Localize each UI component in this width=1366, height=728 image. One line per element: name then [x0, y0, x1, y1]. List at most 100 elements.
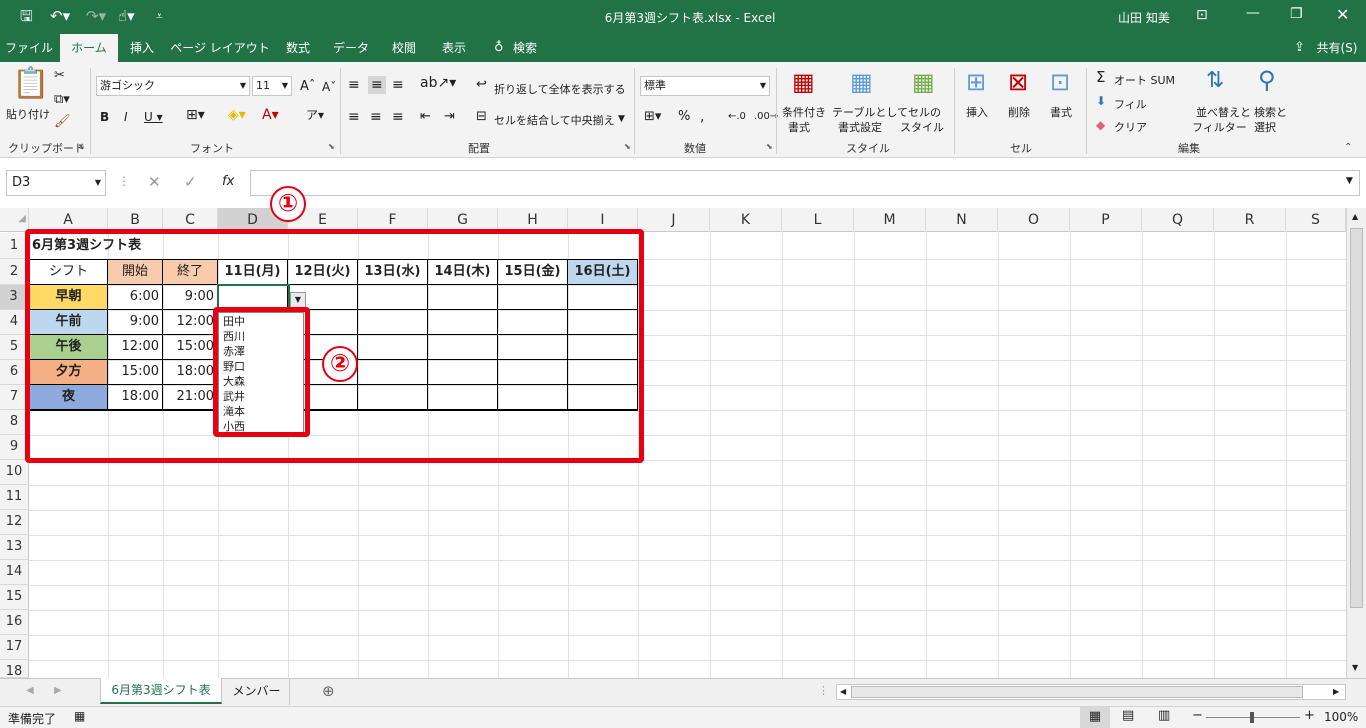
- zoom-in-icon[interactable]: +: [1304, 708, 1315, 723]
- decrease-indent-icon[interactable]: ⇤: [420, 110, 431, 124]
- cut-icon[interactable]: ✂: [54, 68, 65, 83]
- delete-cells-icon[interactable]: ⊠: [1008, 68, 1028, 96]
- merge-center-button[interactable]: セルを結合して中央揃え: [494, 112, 615, 128]
- restore-icon[interactable]: ❐: [1290, 6, 1303, 22]
- orientation-icon[interactable]: ab↗▾: [420, 76, 456, 90]
- customize-qat-icon[interactable]: ⩡: [156, 8, 163, 24]
- format-table-label1[interactable]: テーブルとして: [832, 104, 908, 120]
- column-header[interactable]: Q: [1142, 208, 1214, 232]
- horizontal-scrollbar[interactable]: ◀ ▶: [836, 684, 1346, 700]
- row-header[interactable]: 11: [0, 485, 29, 510]
- row-header[interactable]: 14: [0, 560, 29, 585]
- close-icon[interactable]: ✕: [1336, 5, 1349, 24]
- next-sheet-icon[interactable]: ▶: [54, 685, 62, 696]
- align-middle-icon[interactable]: ≡: [368, 76, 386, 94]
- collapse-ribbon-icon[interactable]: ⌃: [1344, 142, 1352, 153]
- share-button[interactable]: 共有(S): [1312, 34, 1362, 62]
- insert-cells-icon[interactable]: ⊞: [966, 68, 986, 96]
- name-box[interactable]: D3 ▼: [6, 170, 106, 196]
- decrease-decimal-icon[interactable]: .00→: [754, 110, 778, 124]
- prev-sheet-icon[interactable]: ◀: [26, 685, 34, 696]
- row-header[interactable]: 13: [0, 535, 29, 560]
- dialog-launcher-icon[interactable]: ⬊: [624, 142, 631, 151]
- percent-icon[interactable]: %: [678, 110, 690, 124]
- column-header[interactable]: L: [782, 208, 854, 232]
- underline-icon[interactable]: U ▾: [144, 110, 163, 124]
- column-header[interactable]: S: [1286, 208, 1346, 232]
- italic-icon[interactable]: I: [124, 110, 128, 124]
- number-format-box[interactable]: 標準 ▼: [640, 76, 770, 96]
- align-center-icon[interactable]: ≡: [370, 110, 382, 124]
- vertical-scrollbar[interactable]: ▲ ▼: [1346, 208, 1366, 678]
- column-header[interactable]: P: [1070, 208, 1142, 232]
- copy-icon[interactable]: ⧉▾: [54, 92, 70, 107]
- find-select-icon[interactable]: ⚲: [1258, 66, 1276, 94]
- tab-review[interactable]: 校閲: [382, 34, 426, 62]
- sheet-tab[interactable]: メンバー: [224, 679, 290, 705]
- row-header[interactable]: 17: [0, 635, 29, 660]
- increase-indent-icon[interactable]: ⇥: [444, 110, 455, 124]
- cell-styles-label2[interactable]: スタイル: [900, 119, 944, 135]
- normal-view-icon[interactable]: ▦: [1080, 707, 1110, 728]
- align-right-icon[interactable]: ≡: [392, 110, 404, 124]
- clear-button[interactable]: クリア: [1114, 119, 1147, 135]
- format-table-label2[interactable]: 書式設定: [838, 119, 882, 135]
- formula-input[interactable]: [250, 170, 1360, 196]
- horizontal-scroll-thumb[interactable]: [851, 686, 1303, 698]
- scroll-up-icon[interactable]: ▲: [1352, 212, 1358, 221]
- currency-icon[interactable]: ⊞▾: [644, 110, 661, 124]
- save-icon[interactable]: 🖫: [20, 8, 33, 24]
- column-header[interactable]: J: [638, 208, 710, 232]
- touch-mode-icon[interactable]: ☝▾: [118, 8, 135, 24]
- row-header[interactable]: 18: [0, 660, 29, 678]
- column-header[interactable]: R: [1214, 208, 1286, 232]
- tab-home[interactable]: ホーム: [60, 34, 118, 62]
- increase-font-icon[interactable]: Aˆ: [300, 80, 315, 94]
- redo-icon[interactable]: ↷▾: [86, 8, 106, 24]
- enter-icon[interactable]: ✓: [184, 173, 197, 191]
- add-sheet-icon[interactable]: ⊕: [322, 682, 335, 700]
- minimize-icon[interactable]: —: [1246, 5, 1260, 21]
- tab-insert[interactable]: 挿入: [120, 34, 164, 62]
- zoom-slider-thumb[interactable]: [1250, 712, 1254, 723]
- sort-filter-icon[interactable]: ⇅: [1206, 68, 1224, 93]
- find-select-label1[interactable]: 検索と: [1254, 104, 1287, 120]
- tab-search[interactable]: 検索: [508, 34, 542, 62]
- column-header[interactable]: N: [926, 208, 998, 232]
- scroll-down-icon[interactable]: ▼: [1352, 663, 1358, 672]
- scroll-left-icon[interactable]: ◀: [840, 687, 846, 696]
- ribbon-display-icon[interactable]: ⊡: [1196, 7, 1208, 23]
- font-color-icon[interactable]: A▾: [262, 108, 279, 122]
- fill-color-icon[interactable]: ◈▾: [228, 108, 246, 122]
- find-select-label2[interactable]: 選択: [1254, 119, 1276, 135]
- fill-button[interactable]: フィル: [1114, 96, 1147, 112]
- row-header[interactable]: 10: [0, 460, 29, 485]
- splitter-icon[interactable]: ⋮: [818, 684, 829, 697]
- align-bottom-icon[interactable]: ≡: [392, 78, 404, 92]
- paste-button[interactable]: 貼り付け: [6, 106, 50, 122]
- row-header[interactable]: 15: [0, 585, 29, 610]
- bold-icon[interactable]: B: [100, 110, 109, 124]
- format-table-icon[interactable]: ▦: [850, 68, 873, 96]
- zoom-out-icon[interactable]: −: [1192, 708, 1203, 723]
- cell-styles-label1[interactable]: セルの: [908, 104, 941, 120]
- align-top-icon[interactable]: ≡: [348, 78, 360, 92]
- expand-formula-icon[interactable]: ▼: [1346, 176, 1353, 186]
- zoom-level[interactable]: 100%: [1324, 710, 1358, 724]
- font-size-box[interactable]: 11 ▼: [252, 76, 292, 96]
- dialog-launcher-icon[interactable]: ⬊: [766, 142, 773, 151]
- select-all-corner[interactable]: ◢: [0, 208, 29, 232]
- cancel-icon[interactable]: ✕: [148, 173, 161, 191]
- row-header[interactable]: 16: [0, 610, 29, 635]
- undo-icon[interactable]: ↶▾: [50, 8, 70, 24]
- column-header[interactable]: M: [854, 208, 926, 232]
- conditional-format-icon[interactable]: ▦: [792, 68, 815, 96]
- vertical-scroll-thumb[interactable]: [1350, 228, 1363, 608]
- format-cells-icon[interactable]: ⊡: [1050, 68, 1070, 96]
- tab-data[interactable]: データ: [326, 34, 376, 62]
- column-header[interactable]: K: [710, 208, 782, 232]
- cell-styles-icon[interactable]: ▦: [912, 68, 935, 96]
- delete-cells-button[interactable]: 削除: [1008, 104, 1030, 120]
- dialog-launcher-icon[interactable]: ⬊: [328, 142, 335, 151]
- scroll-right-icon[interactable]: ▶: [1333, 687, 1339, 696]
